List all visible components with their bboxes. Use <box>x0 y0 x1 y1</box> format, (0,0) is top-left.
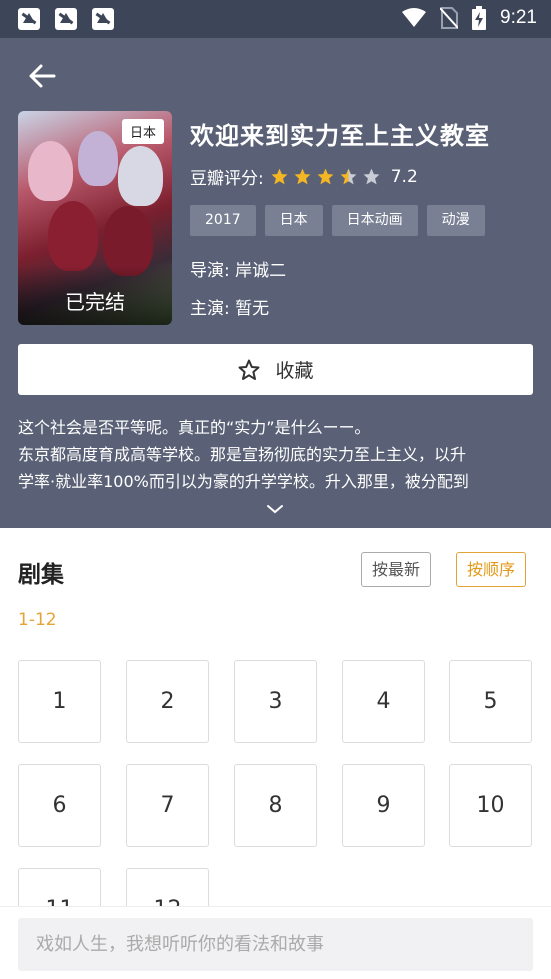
episode-button[interactable]: 2 <box>126 660 209 743</box>
tag-category[interactable]: 日本动画 <box>331 205 418 236</box>
app-notification-icon <box>18 8 40 30</box>
poster-status-overlay: 已完结 <box>18 265 172 325</box>
region-badge: 日本 <box>121 119 164 144</box>
episodes-heading: 剧集 <box>18 562 64 588</box>
app-notification-icon <box>92 8 114 30</box>
synopsis-line: 这个社会是否平等呢。真正的“实力”是什么ーー。 <box>18 418 371 437</box>
star-full-icon <box>271 168 288 185</box>
detail-header: 日本 已完结 欢迎来到实力至上主义教室 豆瓣评分: 7.2 2017 日本 日本… <box>0 38 551 528</box>
tag-year[interactable]: 2017 <box>190 205 256 236</box>
poster-image[interactable]: 日本 已完结 <box>18 111 172 325</box>
episode-button[interactable]: 3 <box>234 660 317 743</box>
star-full-icon <box>317 168 334 185</box>
favorite-label: 收藏 <box>275 360 314 382</box>
director-info: 导演: 岸诚二 <box>190 261 287 281</box>
sort-latest-button[interactable]: 按最新 <box>361 552 432 587</box>
star-outline-icon <box>238 359 260 380</box>
clock: 9:21 <box>500 7 537 28</box>
synopsis-line: 学率·就业率100%而引以为豪的升学学校。升入那里，被分配到 <box>18 472 469 491</box>
comment-input[interactable] <box>18 918 533 971</box>
completion-status: 已完结 <box>65 290 125 314</box>
wifi-icon <box>402 8 427 27</box>
rating-value: 7.2 <box>390 166 418 187</box>
episode-button[interactable]: 7 <box>126 764 209 847</box>
episode-button[interactable]: 4 <box>342 660 425 743</box>
episode-button[interactable]: 5 <box>449 660 532 743</box>
star-half-icon <box>340 168 357 185</box>
episode-button[interactable]: 9 <box>342 764 425 847</box>
rating-label: 豆瓣评分: <box>190 169 264 189</box>
app-notification-icon <box>55 8 77 30</box>
sort-order-button[interactable]: 按顺序 <box>456 552 527 587</box>
episode-button[interactable]: 1 <box>18 660 101 743</box>
favorite-button[interactable]: 收藏 <box>18 344 533 395</box>
status-bar: 9:21 <box>0 0 551 38</box>
episode-button[interactable]: 8 <box>234 764 317 847</box>
star-full-icon <box>294 168 311 185</box>
douban-rating: 豆瓣评分: 7.2 <box>190 164 418 190</box>
back-arrow-icon[interactable] <box>24 58 60 94</box>
synopsis-line: 东京都高度育成高等学校。那是宣扬彻底的实力至上主义，以升 <box>18 445 467 464</box>
chevron-down-icon[interactable] <box>264 501 286 517</box>
tag-list: 2017 日本 日本动画 动漫 <box>190 205 485 236</box>
episode-button[interactable]: 10 <box>449 764 532 847</box>
synopsis: 这个社会是否平等呢。真正的“实力”是什么ーー。 东京都高度育成高等学校。那是宣扬… <box>18 414 536 495</box>
video-title: 欢迎来到实力至上主义教室 <box>190 122 490 150</box>
star-empty-icon <box>363 168 380 185</box>
cast-info: 主演: 暂无 <box>190 299 270 319</box>
episode-button[interactable]: 6 <box>18 764 101 847</box>
comment-bar <box>0 906 551 979</box>
tag-genre[interactable]: 动漫 <box>426 205 485 236</box>
episode-range-tab[interactable]: 1-12 <box>18 610 57 630</box>
battery-charging-icon <box>472 6 487 30</box>
tag-region[interactable]: 日本 <box>264 205 323 236</box>
no-sim-icon <box>440 7 459 29</box>
rating-stars <box>270 167 381 186</box>
